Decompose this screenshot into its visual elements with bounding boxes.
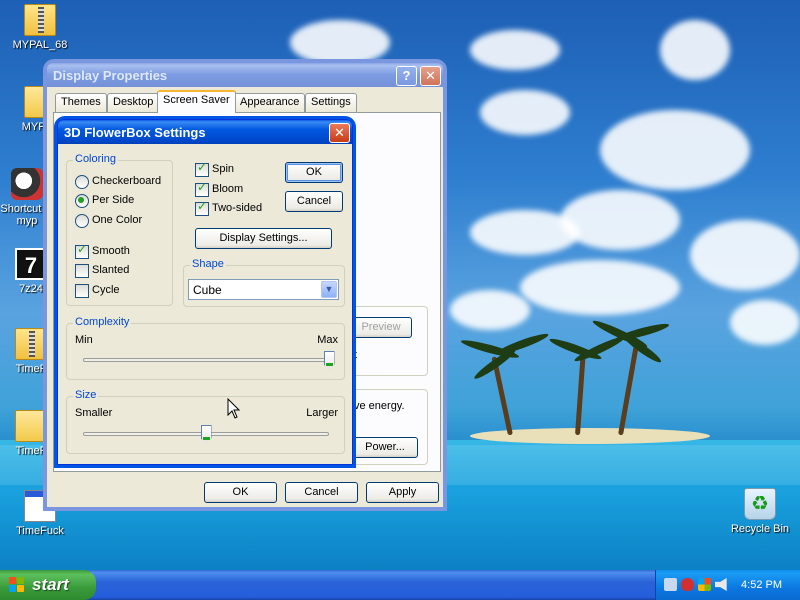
volume-icon[interactable] bbox=[715, 578, 727, 591]
cancel-button[interactable]: Cancel bbox=[285, 482, 358, 503]
dialog-close-button[interactable]: ✕ bbox=[329, 123, 350, 143]
shortcut-icon bbox=[11, 168, 43, 200]
dialog-ok-button[interactable]: OK bbox=[285, 162, 343, 183]
complexity-slider-track[interactable] bbox=[83, 358, 329, 362]
close-icon: ✕ bbox=[425, 68, 436, 83]
help-icon: ? bbox=[402, 68, 411, 83]
desktop-icon-mypal68[interactable]: MYPAL_68 bbox=[2, 4, 78, 51]
flowerbox-settings-dialog: 3D FlowerBox Settings ✕ Coloring Checker… bbox=[57, 119, 353, 465]
desktop-icon-label: Recycle Bin bbox=[730, 523, 790, 535]
checkbox-smooth[interactable]: Smooth bbox=[75, 243, 130, 259]
complexity-group-title: Complexity bbox=[73, 316, 132, 328]
tab-screen-saver[interactable]: Screen Saver bbox=[157, 90, 236, 113]
size-min-label: Smaller bbox=[75, 407, 113, 419]
radio-checkerboard[interactable]: Checkerboard bbox=[75, 175, 161, 189]
complexity-group: Complexity Min Max bbox=[66, 316, 345, 380]
system-tray: 4:52 PM bbox=[655, 570, 800, 600]
coloring-group: Coloring Checkerboard Per Side One Color… bbox=[66, 153, 173, 306]
taskbar-clock[interactable]: 4:52 PM bbox=[741, 579, 782, 591]
size-group: Size Smaller Larger bbox=[66, 389, 345, 454]
checkbox-cycle[interactable]: Cycle bbox=[75, 284, 120, 298]
ok-button[interactable]: OK bbox=[204, 482, 277, 503]
checkbox-spin[interactable]: Spin bbox=[195, 161, 234, 177]
tab-desktop[interactable]: Desktop bbox=[107, 93, 160, 112]
help-button[interactable]: ? bbox=[396, 66, 417, 86]
folder-icon bbox=[15, 410, 47, 442]
desktop-icon-recycle-bin[interactable]: ♻ Recycle Bin bbox=[722, 488, 798, 535]
coloring-group-title: Coloring bbox=[73, 153, 118, 165]
dialog-cancel-button[interactable]: Cancel bbox=[285, 191, 343, 212]
checkbox-slanted[interactable]: Slanted bbox=[75, 264, 129, 278]
desktop-icon-label: MYPAL_68 bbox=[12, 39, 68, 51]
size-group-title: Size bbox=[73, 389, 99, 401]
mouse-cursor-icon bbox=[227, 398, 241, 419]
zip-folder-icon bbox=[15, 328, 47, 360]
network-icon[interactable] bbox=[664, 578, 677, 591]
complexity-min-label: Min bbox=[75, 334, 93, 346]
tab-themes[interactable]: Themes bbox=[55, 93, 107, 112]
power-button[interactable]: Power... bbox=[352, 437, 418, 458]
windows-logo-icon bbox=[9, 577, 25, 593]
partial-label: t bbox=[354, 349, 358, 361]
taskbar: start 4:52 PM bbox=[0, 570, 800, 600]
apply-button[interactable]: Apply bbox=[366, 482, 439, 503]
complexity-max-label: Max bbox=[317, 334, 338, 346]
desktop-icon-label: TimeFuck bbox=[16, 525, 64, 537]
windows-update-icon[interactable] bbox=[698, 578, 711, 591]
close-icon: ✕ bbox=[334, 125, 345, 140]
display-settings-button[interactable]: Display Settings... bbox=[195, 228, 332, 249]
close-button[interactable]: ✕ bbox=[420, 66, 441, 86]
radio-per-side[interactable]: Per Side bbox=[75, 194, 134, 208]
checkbox-two-sided[interactable]: Two-sided bbox=[195, 200, 262, 216]
complexity-slider-thumb[interactable] bbox=[323, 351, 335, 370]
size-slider-thumb[interactable] bbox=[200, 425, 212, 444]
zip-folder-icon bbox=[24, 4, 56, 36]
display-properties-titlebar[interactable]: Display Properties ? ✕ bbox=[47, 63, 443, 87]
shape-select[interactable]: Cube ▼ bbox=[188, 279, 339, 300]
security-shield-icon[interactable] bbox=[681, 578, 694, 591]
window-title: Display Properties bbox=[53, 68, 168, 83]
flowerbox-titlebar[interactable]: 3D FlowerBox Settings ✕ bbox=[58, 120, 352, 144]
size-max-label: Larger bbox=[306, 407, 338, 419]
tab-appearance[interactable]: Appearance bbox=[234, 93, 306, 112]
shape-group-title: Shape bbox=[190, 258, 226, 270]
chevron-down-icon[interactable]: ▼ bbox=[321, 281, 337, 298]
preview-button[interactable]: Preview bbox=[350, 317, 412, 338]
shape-select-value: Cube bbox=[193, 283, 222, 297]
start-label: start bbox=[32, 575, 69, 594]
dialog-title: 3D FlowerBox Settings bbox=[64, 125, 206, 140]
shape-group: Shape Cube ▼ bbox=[183, 258, 345, 307]
radio-one-color[interactable]: One Color bbox=[75, 214, 142, 228]
energy-text: ve energy. bbox=[354, 400, 405, 412]
recycle-bin-icon: ♻ bbox=[744, 488, 776, 520]
start-button[interactable]: start bbox=[0, 570, 96, 600]
checkbox-bloom[interactable]: Bloom bbox=[195, 181, 243, 197]
7zip-icon: 7 bbox=[15, 248, 47, 280]
tab-settings[interactable]: Settings bbox=[305, 93, 357, 112]
